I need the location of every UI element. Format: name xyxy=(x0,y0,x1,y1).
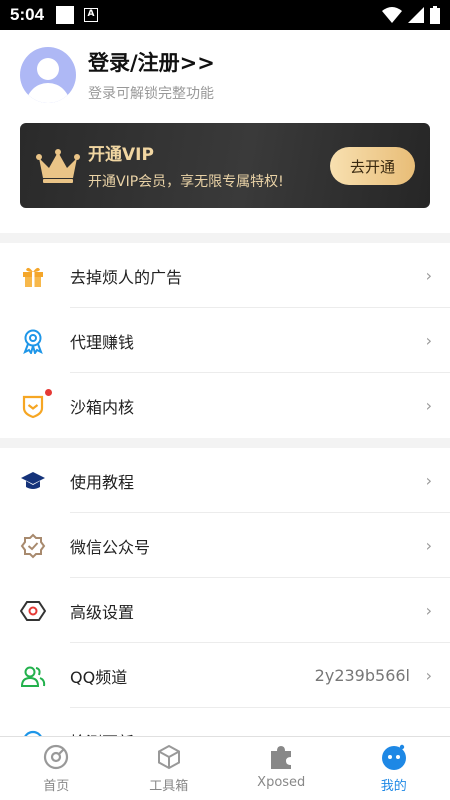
tab-toolbox[interactable]: 工具箱 xyxy=(113,737,226,800)
status-bar: 5:04 A xyxy=(0,0,450,30)
section-divider xyxy=(0,438,450,448)
notification-square-icon xyxy=(56,6,75,24)
chevron-right-icon: › xyxy=(425,266,432,285)
open-vip-button[interactable]: 去开通 xyxy=(330,147,415,185)
chevron-right-icon: › xyxy=(425,471,432,490)
qq-channel-id: 2y239b566l xyxy=(314,666,410,685)
vip-subtitle: 开通VIP会员，享无限专属特权! xyxy=(88,174,284,190)
profile-bot-icon xyxy=(381,744,406,770)
wifi-icon xyxy=(382,7,402,23)
crown-icon xyxy=(36,148,80,183)
section-divider xyxy=(0,233,450,243)
status-badge-icon: A xyxy=(84,8,99,22)
tab-label: Xposed xyxy=(257,775,306,790)
puzzle-icon xyxy=(271,746,292,769)
tab-label: 首页 xyxy=(43,779,70,794)
notification-dot xyxy=(45,388,52,396)
profile-header[interactable]: 登录/注册>> 登录可解锁完整功能 xyxy=(20,45,430,105)
avatar[interactable] xyxy=(20,47,76,103)
menu-label: QQ频道 xyxy=(70,667,128,687)
tab-label: 我的 xyxy=(380,779,407,794)
home-disc-icon xyxy=(44,744,69,770)
status-time: 5:04 xyxy=(10,5,45,24)
menu-label: 使用教程 xyxy=(70,472,135,492)
settings-hexagon-icon xyxy=(19,598,47,624)
menu-item-advanced-settings[interactable]: 高级设置 › xyxy=(0,578,450,643)
tab-home[interactable]: 首页 xyxy=(0,737,113,800)
battery-icon xyxy=(430,6,440,24)
signal-icon xyxy=(408,7,424,23)
chevron-right-icon: › xyxy=(425,666,432,685)
award-icon xyxy=(20,328,46,355)
badge-check-icon xyxy=(20,533,46,559)
menu-label: 代理赚钱 xyxy=(70,332,135,352)
menu-label: 去掉烦人的广告 xyxy=(70,267,183,287)
chevron-right-icon: › xyxy=(425,396,432,415)
menu-item-sandbox-kernel[interactable]: 沙箱内核 › xyxy=(0,373,450,438)
bottom-tab-bar: 首页 工具箱 Xposed 我的 xyxy=(0,736,450,800)
login-register-link[interactable]: 登录/注册>> xyxy=(88,47,215,77)
menu-item-agent-earn[interactable]: 代理赚钱 › xyxy=(0,308,450,373)
users-icon xyxy=(20,663,46,689)
chevron-right-icon: › xyxy=(425,601,432,620)
shield-icon xyxy=(20,388,52,419)
tab-mine[interactable]: 我的 xyxy=(338,737,450,800)
menu-label: 微信公众号 xyxy=(70,537,151,557)
vip-title: 开通VIP xyxy=(88,145,154,165)
menu-item-qq-channel[interactable]: QQ频道 2y239b566l › xyxy=(0,643,450,708)
tab-label: 工具箱 xyxy=(149,779,189,794)
gift-icon xyxy=(20,263,46,289)
chevron-right-icon: › xyxy=(425,536,432,555)
graduation-cap-icon xyxy=(20,468,46,494)
menu-item-tutorial[interactable]: 使用教程 › xyxy=(0,448,450,513)
tab-xposed[interactable]: Xposed xyxy=(225,737,338,800)
menu-label: 沙箱内核 xyxy=(70,397,135,417)
menu-item-wechat-account[interactable]: 微信公众号 › xyxy=(0,513,450,578)
menu-item-remove-ads[interactable]: 去掉烦人的广告 › xyxy=(0,243,450,308)
cube-icon xyxy=(157,744,180,770)
menu-label: 高级设置 xyxy=(70,602,135,622)
vip-banner[interactable]: 开通VIP 开通VIP会员，享无限专属特权! 去开通 xyxy=(20,123,430,208)
chevron-right-icon: › xyxy=(425,331,432,350)
login-hint: 登录可解锁完整功能 xyxy=(88,86,214,102)
